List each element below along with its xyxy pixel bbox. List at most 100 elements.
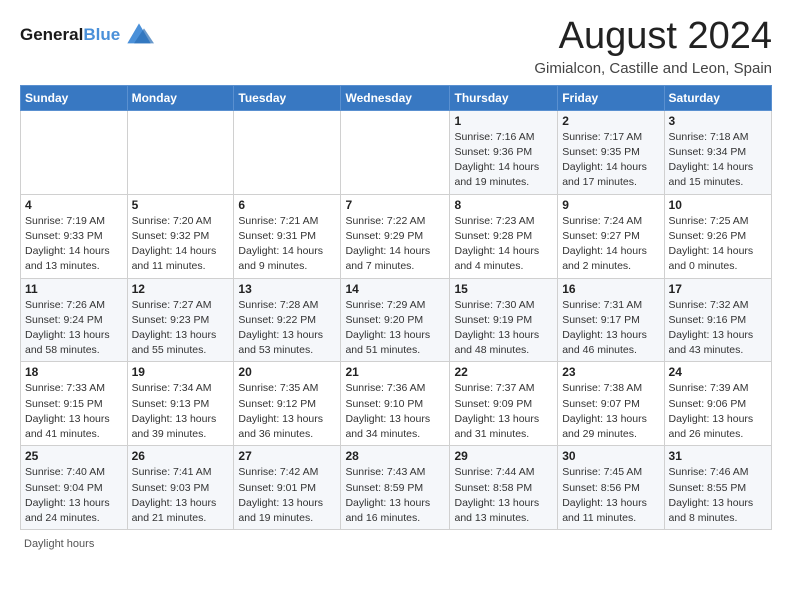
day-cell: 31 Sunrise: 7:46 AM Sunset: 8:55 PM Dayli… [664, 446, 771, 530]
weekday-header-tuesday: Tuesday [234, 85, 341, 110]
day-info: Sunrise: 7:21 AM Sunset: 9:31 PM Dayligh… [238, 214, 336, 275]
day-cell: 7 Sunrise: 7:22 AM Sunset: 9:29 PM Daylig… [341, 194, 450, 278]
day-number: 9 [562, 198, 659, 212]
day-info: Sunrise: 7:16 AM Sunset: 9:36 PM Dayligh… [454, 130, 553, 191]
day-info: Sunrise: 7:38 AM Sunset: 9:07 PM Dayligh… [562, 381, 659, 442]
logo-icon [124, 20, 154, 50]
day-info: Sunrise: 7:17 AM Sunset: 9:35 PM Dayligh… [562, 130, 659, 191]
day-cell: 4Sunrise: 7:19 AM Sunset: 9:33 PM Daylig… [21, 194, 128, 278]
day-info: Sunrise: 7:31 AM Sunset: 9:17 PM Dayligh… [562, 298, 659, 359]
day-number: 31 [669, 449, 767, 463]
day-cell: 27 Sunrise: 7:42 AM Sunset: 9:01 PM Dayli… [234, 446, 341, 530]
daylight-label: Daylight hours [24, 538, 94, 550]
day-cell [341, 110, 450, 194]
day-number: 2 [562, 114, 659, 128]
week-row-4: 18Sunrise: 7:33 AM Sunset: 9:15 PM Dayli… [21, 362, 772, 446]
day-cell: 22Sunrise: 7:37 AM Sunset: 9:09 PM Dayli… [450, 362, 558, 446]
day-cell: 30 Sunrise: 7:45 AM Sunset: 8:56 PM Dayli… [558, 446, 664, 530]
day-info: Sunrise: 7:19 AM Sunset: 9:33 PM Dayligh… [25, 214, 123, 275]
day-cell: 20 Sunrise: 7:35 AM Sunset: 9:12 PM Dayli… [234, 362, 341, 446]
weekday-header-row: SundayMondayTuesdayWednesdayThursdayFrid… [21, 85, 772, 110]
title-block: August 2024 Gimialcon, Castille and Leon… [534, 16, 772, 77]
weekday-header-friday: Friday [558, 85, 664, 110]
day-info: Sunrise: 7:36 AM Sunset: 9:10 PM Dayligh… [345, 381, 445, 442]
day-cell: 1 Sunrise: 7:16 AM Sunset: 9:36 PM Daylig… [450, 110, 558, 194]
day-info: Sunrise: 7:28 AM Sunset: 9:22 PM Dayligh… [238, 298, 336, 359]
day-number: 26 [132, 449, 230, 463]
day-number: 11 [25, 282, 123, 296]
day-info: Sunrise: 7:18 AM Sunset: 9:34 PM Dayligh… [669, 130, 767, 191]
day-number: 23 [562, 365, 659, 379]
day-number: 30 [562, 449, 659, 463]
day-cell: 26Sunrise: 7:41 AM Sunset: 9:03 PM Dayli… [127, 446, 234, 530]
week-row-3: 11Sunrise: 7:26 AM Sunset: 9:24 PM Dayli… [21, 278, 772, 362]
day-cell: 8 Sunrise: 7:23 AM Sunset: 9:28 PM Daylig… [450, 194, 558, 278]
day-cell [234, 110, 341, 194]
weekday-header-wednesday: Wednesday [341, 85, 450, 110]
day-cell: 11Sunrise: 7:26 AM Sunset: 9:24 PM Dayli… [21, 278, 128, 362]
day-number: 21 [345, 365, 445, 379]
day-cell: 5Sunrise: 7:20 AM Sunset: 9:32 PM Daylig… [127, 194, 234, 278]
day-number: 29 [454, 449, 553, 463]
day-number: 7 [345, 198, 445, 212]
day-info: Sunrise: 7:42 AM Sunset: 9:01 PM Dayligh… [238, 465, 336, 526]
header: GeneralBlue August 2024 Gimialcon, Casti… [20, 16, 772, 77]
day-info: Sunrise: 7:25 AM Sunset: 9:26 PM Dayligh… [669, 214, 767, 275]
day-cell: 24Sunrise: 7:39 AM Sunset: 9:06 PM Dayli… [664, 362, 771, 446]
day-number: 6 [238, 198, 336, 212]
day-cell: 29 Sunrise: 7:44 AM Sunset: 8:58 PM Dayli… [450, 446, 558, 530]
weekday-header-sunday: Sunday [21, 85, 128, 110]
day-info: Sunrise: 7:39 AM Sunset: 9:06 PM Dayligh… [669, 381, 767, 442]
day-info: Sunrise: 7:22 AM Sunset: 9:29 PM Dayligh… [345, 214, 445, 275]
week-row-1: 1 Sunrise: 7:16 AM Sunset: 9:36 PM Daylig… [21, 110, 772, 194]
day-number: 10 [669, 198, 767, 212]
week-row-2: 4Sunrise: 7:19 AM Sunset: 9:33 PM Daylig… [21, 194, 772, 278]
day-number: 27 [238, 449, 336, 463]
day-cell: 28 Sunrise: 7:43 AM Sunset: 8:59 PM Dayli… [341, 446, 450, 530]
day-info: Sunrise: 7:43 AM Sunset: 8:59 PM Dayligh… [345, 465, 445, 526]
calendar-table: SundayMondayTuesdayWednesdayThursdayFrid… [20, 85, 772, 530]
day-info: Sunrise: 7:27 AM Sunset: 9:23 PM Dayligh… [132, 298, 230, 359]
day-info: Sunrise: 7:23 AM Sunset: 9:28 PM Dayligh… [454, 214, 553, 275]
day-cell: 14Sunrise: 7:29 AM Sunset: 9:20 PM Dayli… [341, 278, 450, 362]
day-number: 8 [454, 198, 553, 212]
day-cell: 18Sunrise: 7:33 AM Sunset: 9:15 PM Dayli… [21, 362, 128, 446]
day-number: 16 [562, 282, 659, 296]
day-cell: 16 Sunrise: 7:31 AM Sunset: 9:17 PM Dayli… [558, 278, 664, 362]
day-info: Sunrise: 7:33 AM Sunset: 9:15 PM Dayligh… [25, 381, 123, 442]
day-info: Sunrise: 7:30 AM Sunset: 9:19 PM Dayligh… [454, 298, 553, 359]
day-cell: 19Sunrise: 7:34 AM Sunset: 9:13 PM Dayli… [127, 362, 234, 446]
day-info: Sunrise: 7:45 AM Sunset: 8:56 PM Dayligh… [562, 465, 659, 526]
day-cell: 13Sunrise: 7:28 AM Sunset: 9:22 PM Dayli… [234, 278, 341, 362]
day-cell: 15Sunrise: 7:30 AM Sunset: 9:19 PM Dayli… [450, 278, 558, 362]
day-cell [21, 110, 128, 194]
page: GeneralBlue August 2024 Gimialcon, Casti… [0, 0, 792, 612]
day-number: 25 [25, 449, 123, 463]
day-number: 22 [454, 365, 553, 379]
day-cell: 10 Sunrise: 7:25 AM Sunset: 9:26 PM Dayli… [664, 194, 771, 278]
day-number: 17 [669, 282, 767, 296]
day-info: Sunrise: 7:44 AM Sunset: 8:58 PM Dayligh… [454, 465, 553, 526]
day-cell: 6 Sunrise: 7:21 AM Sunset: 9:31 PM Daylig… [234, 194, 341, 278]
day-number: 28 [345, 449, 445, 463]
day-number: 12 [132, 282, 230, 296]
day-number: 14 [345, 282, 445, 296]
day-cell: 21 Sunrise: 7:36 AM Sunset: 9:10 PM Dayli… [341, 362, 450, 446]
day-number: 1 [454, 114, 553, 128]
day-number: 5 [132, 198, 230, 212]
footer: Daylight hours [20, 538, 772, 550]
weekday-header-thursday: Thursday [450, 85, 558, 110]
day-number: 3 [669, 114, 767, 128]
day-info: Sunrise: 7:35 AM Sunset: 9:12 PM Dayligh… [238, 381, 336, 442]
day-cell: 3 Sunrise: 7:18 AM Sunset: 9:34 PM Daylig… [664, 110, 771, 194]
week-row-5: 25Sunrise: 7:40 AM Sunset: 9:04 PM Dayli… [21, 446, 772, 530]
day-cell: 12 Sunrise: 7:27 AM Sunset: 9:23 PM Dayli… [127, 278, 234, 362]
day-info: Sunrise: 7:34 AM Sunset: 9:13 PM Dayligh… [132, 381, 230, 442]
logo-text: GeneralBlue [20, 26, 120, 45]
day-info: Sunrise: 7:46 AM Sunset: 8:55 PM Dayligh… [669, 465, 767, 526]
day-info: Sunrise: 7:32 AM Sunset: 9:16 PM Dayligh… [669, 298, 767, 359]
logo: GeneralBlue [20, 20, 154, 50]
day-cell: 23 Sunrise: 7:38 AM Sunset: 9:07 PM Dayli… [558, 362, 664, 446]
day-number: 20 [238, 365, 336, 379]
subtitle: Gimialcon, Castille and Leon, Spain [534, 60, 772, 77]
